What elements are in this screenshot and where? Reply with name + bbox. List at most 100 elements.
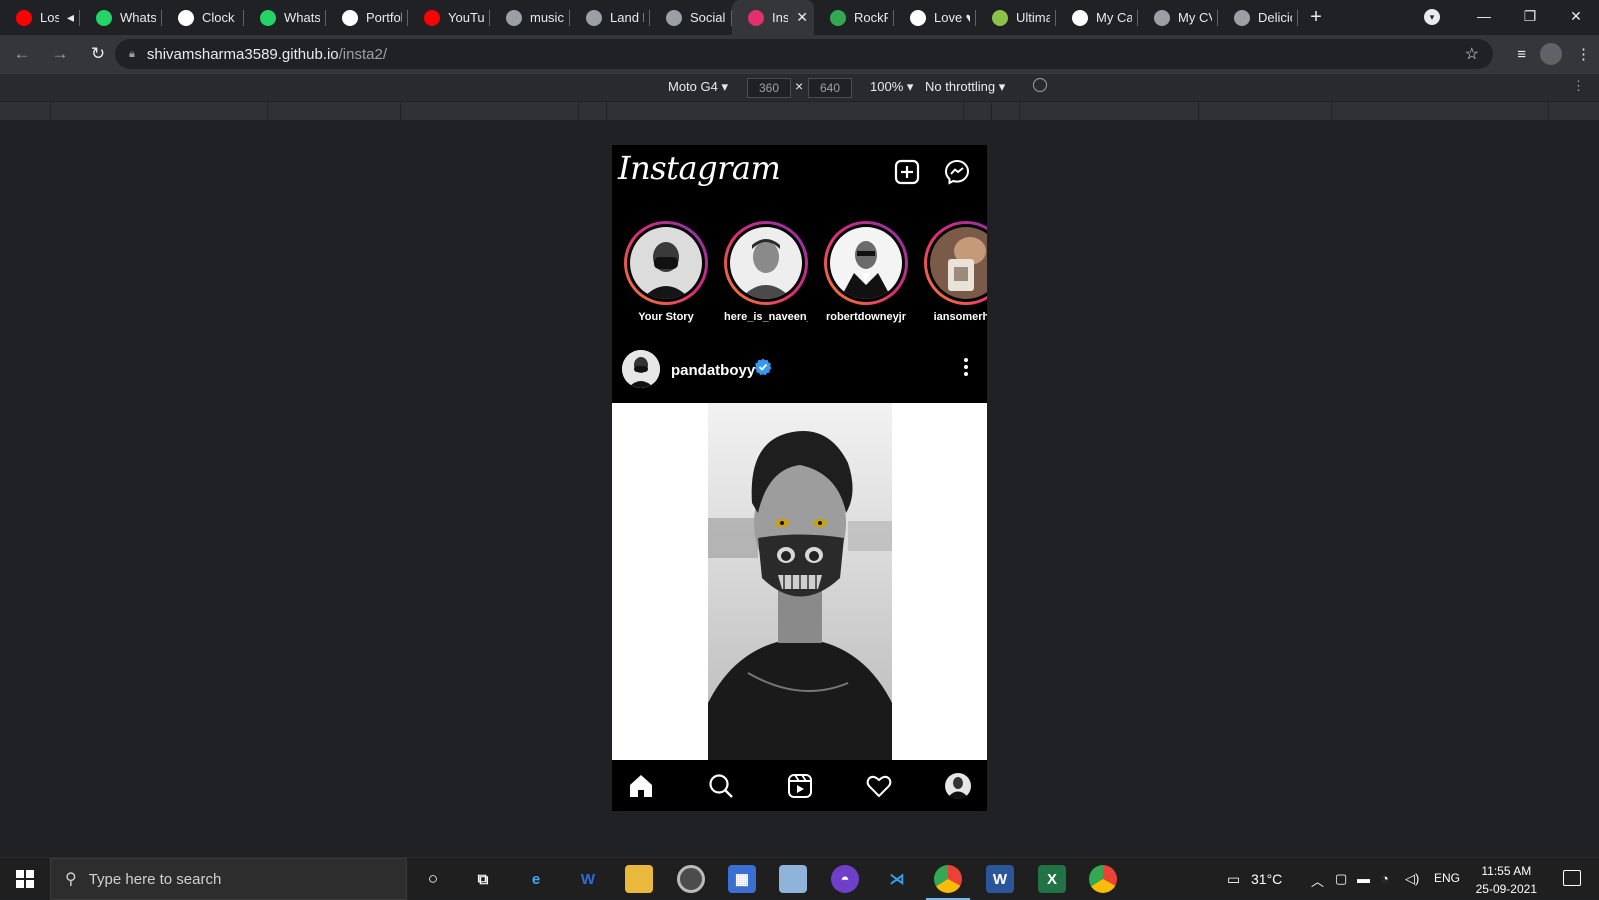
clock-date: 25-09-2021 [1475,882,1537,896]
verified-badge-icon [754,358,772,376]
story-avatar [930,227,987,299]
weather-temp[interactable]: 31°C [1251,871,1282,887]
search-icon: ⚲ [65,871,77,888]
youtube-icon [424,9,440,26]
calculator-icon[interactable]: ▦ [728,865,756,893]
tab-title: Portfoli [366,10,402,25]
weather-icon[interactable]: ▭ [1227,871,1240,888]
sketch-app-icon[interactable] [779,865,807,893]
viewport-width-input[interactable]: 360 [747,78,791,98]
notification-icon[interactable] [1563,870,1581,886]
browser-tab[interactable]: music l [490,0,570,35]
tab-title: My Car [1096,10,1132,25]
browser-tab[interactable]: WhatsA [80,0,162,35]
word-icon[interactable]: W [986,865,1014,893]
tab-title: SocialM [690,10,726,25]
browser-tab[interactable]: Inst ✕ [732,0,814,35]
story-username: Your Story [638,311,694,323]
zoom-select[interactable]: 100% ▾ [870,79,913,95]
edge-icon[interactable]: e [522,865,550,893]
browser-tab[interactable]: Delicio [1218,0,1298,35]
profile-avatar-icon[interactable] [1540,43,1562,65]
instagram-logo[interactable]: Instagram [618,149,781,187]
story-item[interactable]: iansomerhal [924,221,987,323]
vscode-icon[interactable]: ⋊ [883,865,911,893]
browser-tab[interactable]: Lost ◂ [0,0,80,35]
browser-tab[interactable]: RockPa [814,0,894,35]
post-username[interactable]: pandatboyy [671,362,755,379]
back-icon[interactable]: ← [6,44,38,64]
bookmark-star-icon[interactable]: ☆ [1465,44,1479,64]
heart-icon[interactable] [865,772,893,800]
browser-tab[interactable]: Portfoli [326,0,408,35]
task-view-icon[interactable]: ⧉ [469,865,497,893]
globe-icon [506,9,522,26]
excel-icon[interactable]: X [1038,865,1066,893]
home-icon[interactable] [627,772,655,800]
new-post-icon[interactable] [894,159,920,185]
taskbar-clock[interactable]: 11:55 AM 25-09-2021 [1476,862,1537,898]
language-indicator[interactable]: ENG [1434,871,1460,885]
story-item[interactable]: Your Story [624,221,708,323]
close-window-icon[interactable]: ✕ [1553,0,1599,35]
post-photo [708,403,892,760]
tab-title: Love ♥ [934,10,970,25]
devtools-more-icon[interactable]: ⋮ [1572,78,1585,94]
browser-tab[interactable]: Ultimat [976,0,1056,35]
search-icon[interactable] [707,772,735,800]
chrome-dev-icon[interactable] [1089,865,1117,893]
github-icon[interactable]: ◓ [831,865,859,893]
media-control-icon[interactable]: ≡ [1517,46,1526,63]
tray-chevron-icon[interactable]: ︿ [1311,871,1324,890]
browser-tab[interactable]: Clock [162,0,244,35]
wifi-icon[interactable]: ◔ [1381,871,1389,886]
file-explorer-icon[interactable] [625,865,653,893]
throttling-select[interactable]: No throttling ▾ [925,79,1005,95]
restore-icon[interactable]: ❐ [1507,0,1553,35]
messenger-icon[interactable] [944,159,970,185]
post-image[interactable] [612,403,987,760]
browser-tab[interactable]: YouTub [408,0,490,35]
taskbar-search-input[interactable]: ⚲ Type here to search [50,858,407,900]
browser-tab[interactable]: My CV [1138,0,1218,35]
device-select[interactable]: Moto G4 ▾ [668,79,728,95]
whatsapp-icon [96,9,112,26]
bottom-navigation [612,760,987,811]
story-item[interactable]: here_is_naveen_ [724,221,808,323]
rotate-icon[interactable] [1033,78,1047,92]
lock-icon[interactable]: 🔒︎ [129,48,135,61]
reload-icon[interactable]: ↻ [82,44,114,64]
browser-tab[interactable]: SocialM [650,0,732,35]
cortana-icon[interactable]: ○ [419,865,447,893]
browser-tab[interactable]: Land Re [570,0,650,35]
meet-icon[interactable]: ▢ [1335,871,1347,887]
browser-tab[interactable]: My Car [1056,0,1138,35]
browser-tab[interactable]: Love ♥ [894,0,976,35]
stories-tray: Your Story here_is_naveen_ robertdowneyj… [612,221,987,331]
reels-icon[interactable] [786,772,814,800]
minimize-icon[interactable]: — [1461,0,1507,35]
viewport-height-input[interactable]: 640 [808,78,852,98]
media-player-icon[interactable] [677,865,705,893]
w-app-icon[interactable]: W [574,865,602,893]
browser-tab[interactable]: WhatsA [244,0,326,35]
tab-title: Inst [772,10,789,25]
rockpaper-icon [830,9,846,26]
browser-menu-icon[interactable]: ⋮ [1576,45,1591,63]
window-controls: — ❐ ✕ [1461,0,1599,35]
address-bar[interactable]: 🔒︎ shivamsharma3589.github.io/insta2/ ☆ [115,39,1493,69]
volume-icon[interactable]: ◁) [1405,871,1419,887]
forward-icon[interactable]: → [44,44,76,64]
tab-close-icon[interactable]: ✕ [796,9,808,26]
post-avatar[interactable] [622,350,660,388]
circle-icon [1072,9,1088,26]
post-options-icon[interactable] [963,356,969,378]
windows-start-icon[interactable] [16,870,34,888]
story-item[interactable]: robertdowneyjr [824,221,908,323]
battery-icon[interactable]: ▬ [1357,871,1370,886]
tab-search-icon[interactable]: ▾ [1424,9,1440,25]
chrome-icon[interactable] [926,865,970,900]
profile-icon[interactable] [944,772,972,800]
new-tab-icon[interactable]: + [1298,6,1334,29]
tab-audio-icon[interactable]: ◂ [67,9,74,26]
